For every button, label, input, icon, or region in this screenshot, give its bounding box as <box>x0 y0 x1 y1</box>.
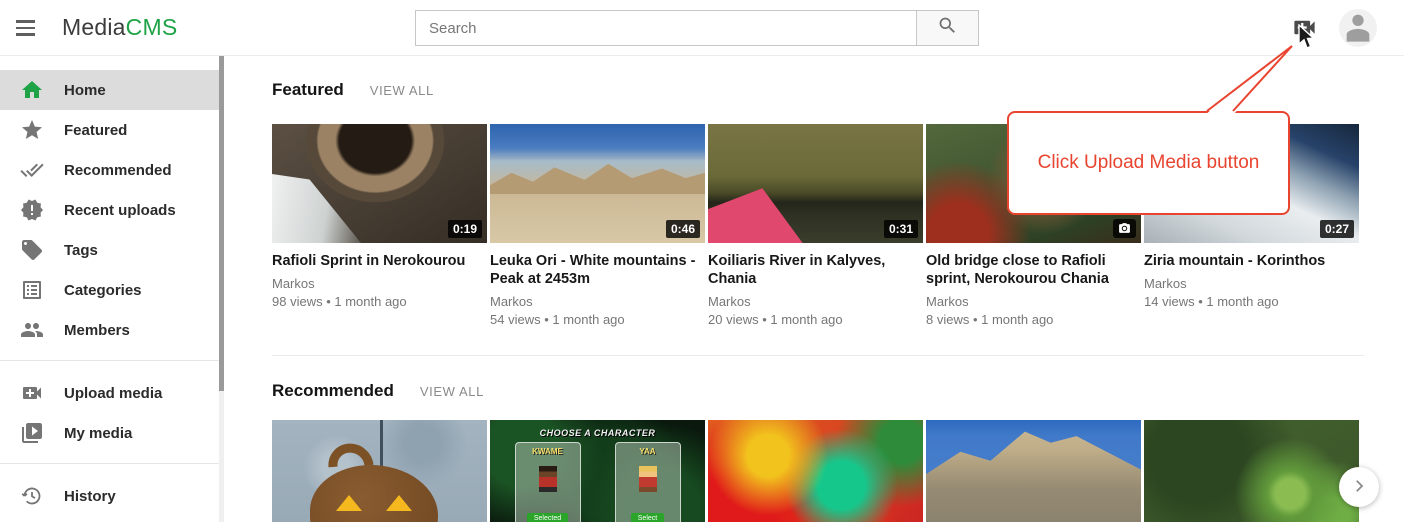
video-author[interactable]: Markos <box>708 294 923 309</box>
video-thumbnail[interactable]: 0:31 <box>708 124 923 243</box>
video-thumbnail[interactable] <box>272 420 487 522</box>
video-title[interactable]: Old bridge close to Rafioli sprint, Nero… <box>926 252 1141 288</box>
video-thumbnail[interactable] <box>1144 420 1359 522</box>
featured-section-header: Featured VIEW ALL <box>272 80 434 100</box>
app-logo[interactable]: MediaCMS <box>62 14 177 41</box>
double-check-icon <box>20 158 44 182</box>
scrollbar-thumb[interactable] <box>219 56 224 391</box>
chevron-right-icon <box>1350 477 1368 498</box>
game-select-button: Select <box>631 513 664 522</box>
game-selected-button: Selected <box>527 513 568 522</box>
video-title[interactable]: Rafioli Sprint in Nerokourou <box>272 252 487 270</box>
featured-view-all-link[interactable]: VIEW ALL <box>370 83 434 98</box>
my-media-icon <box>20 421 44 445</box>
sidebar-item-my-media[interactable]: My media <box>0 413 220 453</box>
video-meta: 14 views • 1 month ago <box>1144 294 1359 309</box>
video-thumbnail[interactable] <box>926 420 1141 522</box>
sidebar-item-history[interactable]: History <box>0 476 220 516</box>
recommended-view-all-link[interactable]: VIEW ALL <box>420 384 484 399</box>
annotation-tooltip: Click Upload Media button <box>1007 111 1290 215</box>
video-card: 0:31 Koiliaris River in Kalyves, Chania … <box>708 124 923 327</box>
video-card <box>708 420 923 522</box>
sidebar-divider <box>0 360 220 361</box>
video-author[interactable]: Markos <box>272 276 487 291</box>
star-icon <box>20 118 44 142</box>
mouse-cursor-icon <box>1297 24 1317 52</box>
section-divider <box>272 355 1364 356</box>
categories-icon <box>20 278 44 302</box>
upload-media-icon <box>20 381 44 405</box>
sidebar-item-upload-media[interactable]: Upload media <box>0 373 220 413</box>
video-card <box>926 420 1141 522</box>
video-meta: 98 views • 1 month ago <box>272 294 487 309</box>
video-title[interactable]: Koiliaris River in Kalyves, Chania <box>708 252 923 288</box>
tag-icon <box>20 238 44 262</box>
video-card: 0:19 Rafioli Sprint in Nerokourou Markos… <box>272 124 487 327</box>
video-meta: 20 views • 1 month ago <box>708 312 923 327</box>
sidebar-item-members[interactable]: Members <box>0 310 220 350</box>
video-author[interactable]: Markos <box>926 294 1141 309</box>
search-bar <box>415 10 979 46</box>
game-heading-text: CHOOSE A CHARACTER <box>540 428 656 438</box>
sidebar-item-recommended[interactable]: Recommended <box>0 150 220 190</box>
game-character-kwame <box>539 466 557 492</box>
sidebar-item-recent-uploads[interactable]: Recent uploads <box>0 190 220 230</box>
sidebar: Home Featured Recommended Recent uploads… <box>0 56 220 522</box>
duration-badge: 0:19 <box>448 220 482 238</box>
video-meta: 8 views • 1 month ago <box>926 312 1141 327</box>
sidebar-item-home[interactable]: Home <box>0 70 220 110</box>
sidebar-divider <box>0 463 220 464</box>
person-icon <box>1341 10 1375 47</box>
search-button[interactable] <box>916 10 979 46</box>
video-title[interactable]: Leuka Ori - White mountains - Peak at 24… <box>490 252 705 288</box>
video-card: CHOOSE A CHARACTER KWAME Selected YAA Se… <box>490 420 705 522</box>
sidebar-item-categories[interactable]: Categories <box>0 270 220 310</box>
duration-badge: 0:46 <box>666 220 700 238</box>
home-icon <box>20 78 44 102</box>
new-releases-icon <box>20 198 44 222</box>
recommended-section-header: Recommended VIEW ALL <box>272 381 484 401</box>
recommended-row: CHOOSE A CHARACTER KWAME Selected YAA Se… <box>272 420 1359 522</box>
video-card <box>1144 420 1359 522</box>
game-character-name: YAA <box>639 447 655 456</box>
sidebar-item-tags[interactable]: Tags <box>0 230 220 270</box>
history-icon <box>20 484 44 508</box>
recommended-title: Recommended <box>272 381 394 401</box>
duration-badge: 0:31 <box>884 220 918 238</box>
video-card <box>272 420 487 522</box>
game-character-name: KWAME <box>532 447 563 456</box>
video-thumbnail[interactable]: 0:19 <box>272 124 487 243</box>
video-title[interactable]: Ziria mountain - Korinthos <box>1144 252 1359 270</box>
annotation-text: Click Upload Media button <box>1038 152 1260 174</box>
search-icon <box>937 15 958 41</box>
photo-icon <box>1113 219 1136 238</box>
video-thumbnail[interactable]: 0:46 <box>490 124 705 243</box>
sidebar-scrollbar[interactable] <box>219 56 224 522</box>
members-icon <box>20 318 44 342</box>
user-avatar[interactable] <box>1339 9 1377 47</box>
logo-media-text: Media <box>62 14 126 40</box>
video-meta: 54 views • 1 month ago <box>490 312 705 327</box>
menu-icon[interactable] <box>15 16 41 40</box>
video-thumbnail[interactable]: CHOOSE A CHARACTER KWAME Selected YAA Se… <box>490 420 705 522</box>
video-card: 0:46 Leuka Ori - White mountains - Peak … <box>490 124 705 327</box>
video-author[interactable]: Markos <box>490 294 705 309</box>
carousel-next-button[interactable] <box>1339 467 1379 507</box>
video-thumbnail[interactable] <box>708 420 923 522</box>
logo-cms-text: CMS <box>126 14 178 40</box>
featured-title: Featured <box>272 80 344 100</box>
duration-badge: 0:27 <box>1320 220 1354 238</box>
search-input[interactable] <box>415 10 917 46</box>
video-author[interactable]: Markos <box>1144 276 1359 291</box>
sidebar-item-featured[interactable]: Featured <box>0 110 220 150</box>
game-character-yaa <box>639 466 657 492</box>
annotation-pointer <box>1190 38 1300 118</box>
